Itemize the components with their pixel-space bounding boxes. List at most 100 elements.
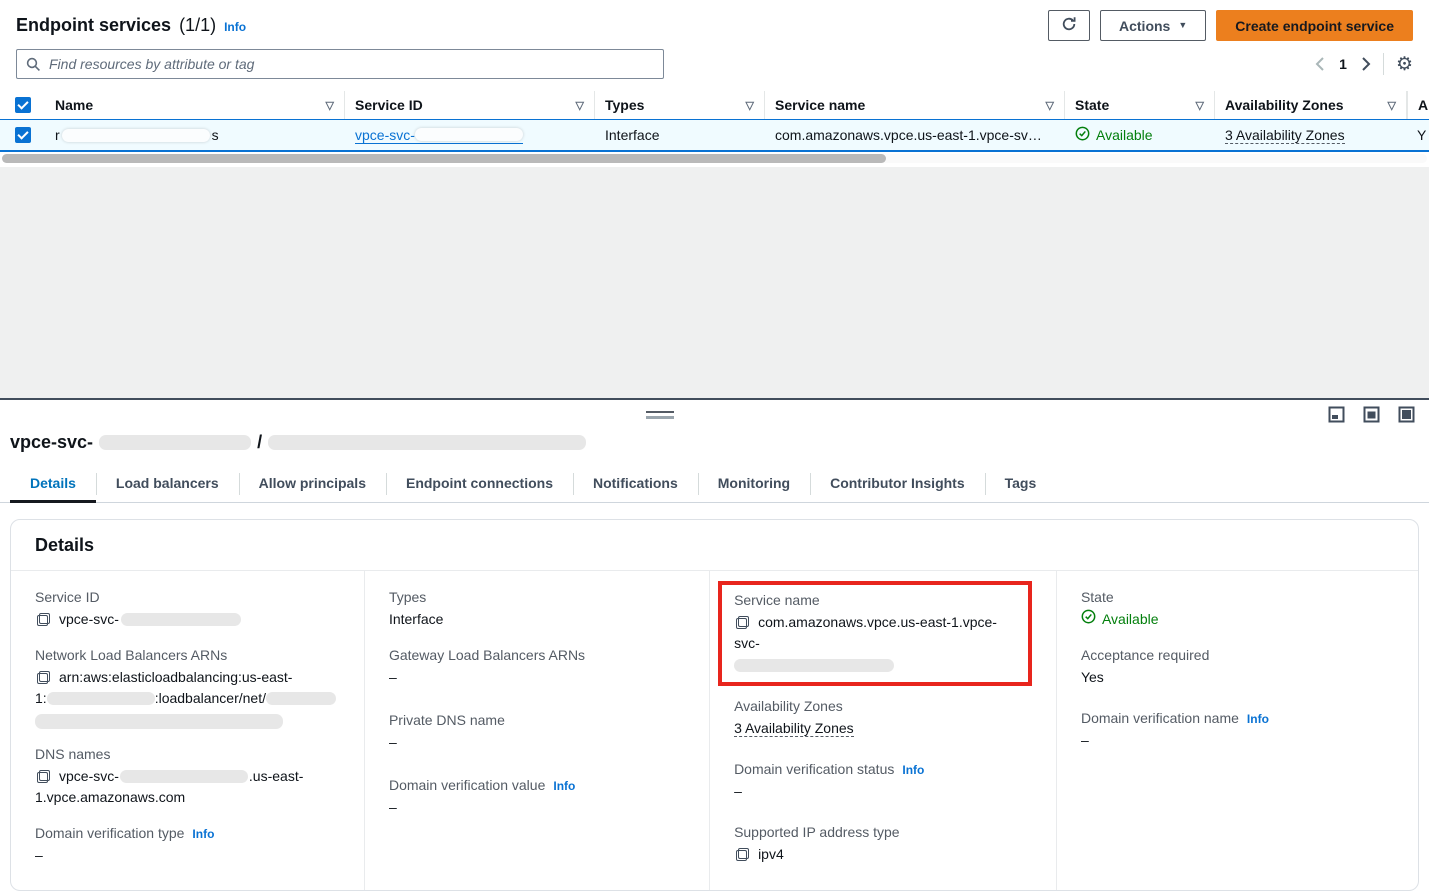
filter-icon[interactable]: ▽: [570, 99, 584, 112]
row-checkbox-cell: [0, 120, 45, 150]
redacted-text: [35, 714, 283, 729]
refresh-icon: [1061, 16, 1077, 35]
copy-icon[interactable]: [736, 848, 749, 861]
field-nlb-arns: Network Load Balancers ARNs arn:aws:elas…: [35, 647, 340, 729]
state-status: Available: [1081, 609, 1159, 630]
field-gateway-lb-arns: Gateway Load Balancers ARNs –: [389, 647, 685, 688]
pagination: 1 ⚙: [1315, 53, 1413, 75]
info-link[interactable]: Info: [192, 827, 214, 841]
create-endpoint-service-button[interactable]: Create endpoint service: [1216, 10, 1413, 41]
tab-load-balancers[interactable]: Load balancers: [96, 469, 239, 502]
info-link[interactable]: Info: [902, 763, 924, 777]
cell-name: r s: [45, 120, 345, 150]
column-label: A: [1418, 97, 1428, 113]
split-panel: vpce-svc- / Details Load balancers Allow…: [0, 398, 1429, 891]
split-panel-bar: [0, 400, 1429, 430]
field-supported-ip: Supported IP address type ipv4: [734, 824, 1032, 865]
table-row[interactable]: r s vpce-svc- Interface com.amazonaws.vp…: [0, 119, 1429, 152]
copy-icon[interactable]: [37, 671, 50, 684]
tab-allow-principals[interactable]: Allow principals: [239, 469, 386, 502]
refresh-button[interactable]: [1048, 10, 1090, 41]
tab-details[interactable]: Details: [10, 469, 96, 502]
divider: [1383, 53, 1384, 75]
resize-handle-icon[interactable]: [646, 411, 674, 419]
column-header-service-name: Service name ▽: [765, 91, 1065, 119]
availability-zones-popover-link[interactable]: 3 Availability Zones: [734, 720, 854, 737]
tab-contributor-insights[interactable]: Contributor Insights: [810, 469, 985, 502]
cell-types: Interface: [595, 120, 765, 150]
previous-page-button[interactable]: [1315, 57, 1325, 71]
info-link[interactable]: Info: [224, 20, 246, 34]
info-link[interactable]: Info: [1247, 712, 1269, 726]
dns-text: .us-east-: [249, 768, 303, 784]
field-value: –: [389, 797, 685, 818]
search-input[interactable]: [16, 49, 664, 79]
redacted-text: [734, 659, 894, 672]
toolbar: 1 ⚙: [0, 45, 1429, 79]
copy-icon[interactable]: [37, 770, 50, 783]
details-heading: Details: [11, 520, 1418, 571]
field-label: DNS names: [35, 746, 340, 762]
field-label: Supported IP address type: [734, 824, 1032, 840]
check-circle-icon: [1075, 126, 1090, 144]
field-label: Types: [389, 589, 685, 605]
check-circle-icon: [1081, 609, 1096, 630]
panel-maximize-icon[interactable]: [1398, 406, 1415, 426]
settings-gear-icon[interactable]: ⚙: [1396, 55, 1413, 74]
redacted-text: [415, 128, 523, 141]
tab-endpoint-connections[interactable]: Endpoint connections: [386, 469, 573, 502]
field-value: –: [734, 781, 1032, 802]
tab-tags[interactable]: Tags: [985, 469, 1057, 502]
details-column-4: State Available Acceptance required Yes: [1057, 571, 1418, 890]
field-label: Service name: [734, 592, 1018, 608]
page-number[interactable]: 1: [1337, 56, 1349, 72]
field-label: Domain verification type: [35, 825, 184, 841]
name-text: s: [212, 127, 219, 143]
filter-icon[interactable]: ▽: [320, 99, 334, 112]
filter-icon[interactable]: ▽: [740, 99, 754, 112]
column-label: State: [1075, 97, 1109, 113]
cell-acceptance-clipped: Y: [1407, 120, 1429, 150]
caret-down-icon: ▼: [1178, 21, 1187, 30]
info-link[interactable]: Info: [553, 779, 575, 793]
row-checkbox[interactable]: [15, 127, 31, 143]
field-value: –: [389, 667, 685, 688]
next-page-button[interactable]: [1361, 57, 1371, 71]
column-label: Types: [605, 97, 644, 113]
redacted-text: [62, 129, 210, 142]
actions-button[interactable]: Actions ▼: [1100, 10, 1206, 41]
background-gap: [0, 167, 1429, 398]
panel-title-separator: /: [257, 432, 262, 453]
state-label: Available: [1096, 127, 1153, 143]
column-header-state: State ▽: [1065, 91, 1215, 119]
filter-icon[interactable]: ▽: [1040, 99, 1054, 112]
filter-icon[interactable]: ▽: [1190, 99, 1204, 112]
service-id-text: vpce-svc-: [355, 127, 415, 143]
red-highlight-box: Service name com.amazonaws.vpce.us-east-…: [718, 581, 1032, 686]
redacted-text: [266, 692, 336, 705]
filter-icon[interactable]: ▽: [1382, 99, 1396, 112]
panel-medium-icon[interactable]: [1363, 406, 1380, 426]
availability-zones-popover-link[interactable]: 3 Availability Zones: [1225, 127, 1345, 144]
name-text: r: [55, 127, 60, 143]
horizontal-scrollbar-thumb[interactable]: [2, 154, 886, 163]
tab-notifications[interactable]: Notifications: [573, 469, 698, 502]
service-id-link[interactable]: vpce-svc-: [355, 127, 523, 144]
field-label: State: [1081, 589, 1394, 605]
copy-icon[interactable]: [37, 613, 50, 626]
endpoint-services-table: Name ▽ Service ID ▽ Types ▽ Service name…: [0, 91, 1429, 152]
ip-type-value: ipv4: [758, 846, 784, 862]
actions-label: Actions: [1119, 18, 1170, 34]
copy-icon[interactable]: [736, 616, 749, 629]
field-service-id: Service ID vpce-svc-: [35, 589, 340, 630]
select-all-checkbox[interactable]: [15, 97, 31, 113]
tab-monitoring[interactable]: Monitoring: [698, 469, 810, 502]
redacted-text: [121, 613, 241, 626]
field-types: Types Interface: [389, 589, 685, 630]
arn-text: :loadbalancer/net/: [155, 690, 266, 706]
panel-title-prefix: vpce-svc-: [10, 432, 93, 453]
endpoint-services-section: Endpoint services (1/1) Info Actions ▼ C…: [0, 0, 1429, 163]
panel-collapse-icon[interactable]: [1328, 406, 1345, 426]
column-label: Name: [55, 97, 93, 113]
cell-service-id: vpce-svc-: [345, 120, 595, 150]
